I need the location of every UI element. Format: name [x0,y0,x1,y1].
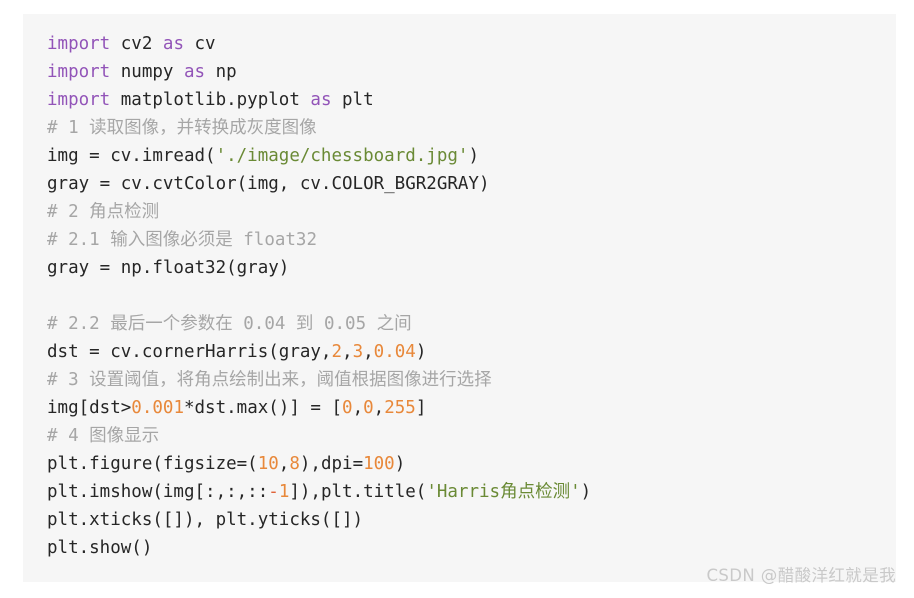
code-token-pln: ) [394,454,406,474]
code-token-pln: plt.imshow(img[:,:,:: [47,482,269,502]
code-token-com: # 2.2 最后一个参数在 0.04 到 0.05 之间 [47,314,412,334]
code-line: gray = np.float32(gray) [47,254,896,282]
code-token-pln: , [363,342,374,362]
code-token-kw: as [162,34,184,54]
code-token-pln: np [205,62,237,82]
code-token-kw: as [183,62,206,82]
code-token-pln: numpy [110,62,184,82]
code-token-kw: as [310,90,332,110]
csdn-watermark: CSDN @醋酸洋红就是我 [706,566,896,585]
code-token-pln: img[dst> [47,398,132,418]
code-token-com: # 1 读取图像，并转换成灰度图像 [47,118,317,138]
code-token-num: 100 [363,454,395,474]
code-token-kw: import [47,62,111,82]
code-line: plt.figure(figsize=(10,8),dpi=100) [47,450,896,478]
code-token-com: # 2 角点检测 [47,202,160,222]
code-token-pln: ) [468,146,479,166]
code-token-pln: gray = np.float32(gray) [47,258,290,278]
code-token-num: 255 [384,398,416,418]
code-line: # 2.1 输入图像必须是 float32 [47,226,896,254]
code-token-str: 'Harris角点检测' [426,482,581,502]
code-line: # 3 设置阈值，将角点绘制出来，阈值根据图像进行选择 [47,366,896,394]
code-line: plt.imshow(img[:,:,::-1]),plt.title('Har… [47,478,896,506]
code-line: plt.show() [47,534,896,562]
code-line: # 1 读取图像，并转换成灰度图像 [47,114,896,142]
code-token-pln: img = cv.imread( [47,146,216,166]
code-token-num: 10 [257,454,279,474]
code-line: dst = cv.cornerHarris(gray,2,3,0.04) [47,338,896,366]
code-line: # 2 角点检测 [47,198,896,226]
code-token-com: # 4 图像显示 [47,426,160,446]
code-token-pln: ] [415,398,427,418]
code-line: import cv2 as cv [47,30,896,58]
code-token-com: # 2.1 输入图像必须是 float32 [47,230,318,250]
code-token-num: 0 [342,398,353,418]
code-token-pln: ) [580,482,592,502]
code-token-pln: ) [415,342,427,362]
code-token-str: './image/chessboard.jpg' [215,146,469,166]
code-token-kw: import [47,90,111,110]
code-token-pln: , [342,342,353,362]
code-token-num: 0.04 [373,342,416,362]
code-token-pln: plt.figure(figsize=( [47,454,258,474]
code-token-pln: , [373,398,385,418]
code-token-num: 1 [278,482,290,502]
code-token-pln: cv2 [110,34,163,54]
code-line: # 4 图像显示 [47,422,896,450]
code-lines-container: import cv2 as cv import numpy as np import… [47,30,896,562]
page-root: import cv2 as cv import numpy as np import… [0,0,914,598]
code-token-pln: plt.xticks([]), plt.yticks([]) [47,510,364,530]
code-token-pln: cv [183,34,216,54]
code-line: import matplotlib.pyplot as plt [47,86,896,114]
code-token-neg: - [268,482,279,502]
code-token-pln: plt [331,90,374,110]
code-token-pln: dst = cv.cornerHarris(gray, [47,342,332,362]
code-block[interactable]: import cv2 as cv import numpy as np import… [23,14,896,582]
code-token-pln: , [352,398,364,418]
code-token-pln: ]),plt.title( [289,482,427,502]
code-token-pln: gray = cv.cvtColor(img, cv.COLOR_BGR2GRA… [47,174,490,194]
code-line: img = cv.imread('./image/chessboard.jpg'… [47,142,896,170]
code-line: plt.xticks([]), plt.yticks([]) [47,506,896,534]
code-token-num: 8 [289,454,300,474]
code-line: gray = cv.cvtColor(img, cv.COLOR_BGR2GRA… [47,170,896,198]
code-line: import numpy as np [47,58,896,86]
code-token-pln: matplotlib.pyplot [110,90,311,110]
code-line: # 2.2 最后一个参数在 0.04 到 0.05 之间 [47,310,896,338]
code-token-num: 0 [363,398,374,418]
code-token-num: 2 [331,342,343,362]
code-token-pln: *dst.max()] = [ [183,398,343,418]
code-token-num: 0.001 [131,398,184,418]
code-token-pln: plt.show() [47,538,153,558]
code-token-num: 3 [352,342,364,362]
code-line: img[dst>0.001*dst.max()] = [0,0,255] [47,394,896,422]
code-token-kw: import [47,34,111,54]
code-token-pln: , [278,454,290,474]
code-token-pln: ),dpi= [299,454,364,474]
code-token-com: # 3 设置阈值，将角点绘制出来，阈值根据图像进行选择 [47,370,492,390]
